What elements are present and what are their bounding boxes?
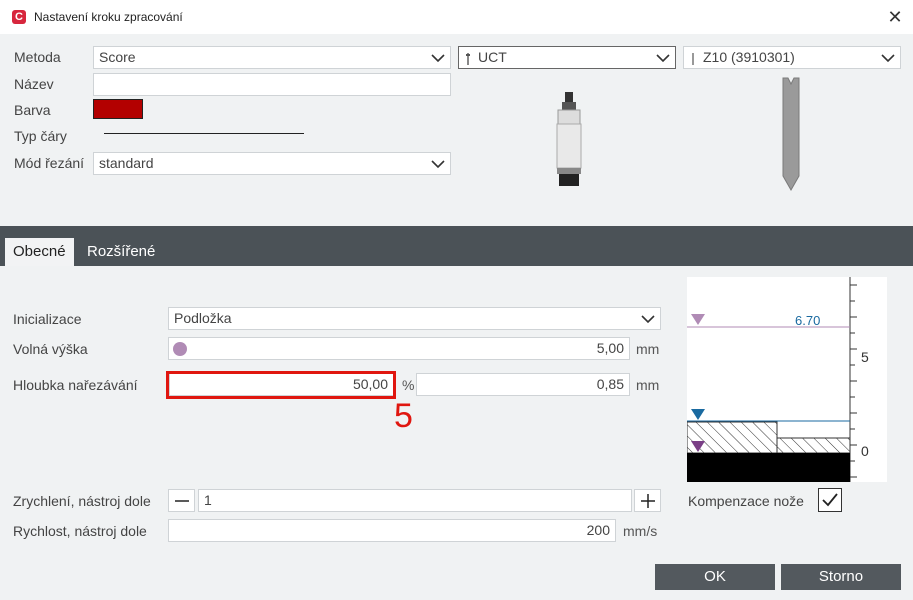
step-marker: 5 bbox=[394, 397, 413, 435]
tool-select[interactable]: UCT bbox=[458, 46, 676, 69]
method-value: Score bbox=[99, 49, 136, 65]
line-type-sample[interactable] bbox=[104, 133, 304, 134]
speed-label: Rychlost, nástroj dole bbox=[13, 523, 147, 539]
free-height-input[interactable]: 5,00 bbox=[168, 337, 630, 360]
depth-diagram: 6.70 5 0 bbox=[686, 277, 887, 482]
app-logo-icon: C bbox=[12, 10, 26, 24]
height-value-label: 6.70 bbox=[795, 313, 821, 328]
speed-input[interactable]: 200 bbox=[168, 519, 616, 542]
chevron-down-icon bbox=[881, 51, 895, 65]
depth-mm-value: 0,85 bbox=[596, 376, 624, 392]
tool-image bbox=[553, 90, 585, 190]
check-icon bbox=[822, 493, 838, 507]
method-label: Metoda bbox=[14, 49, 61, 65]
tab-general[interactable]: Obecné bbox=[5, 238, 74, 266]
method-select[interactable]: Score bbox=[93, 46, 451, 69]
line-type-label: Typ čáry bbox=[14, 128, 67, 144]
cut-mode-select[interactable]: standard bbox=[93, 152, 451, 175]
init-value: Podložka bbox=[174, 310, 232, 326]
free-height-unit: mm bbox=[636, 341, 660, 357]
accel-decrement-button[interactable] bbox=[168, 489, 195, 512]
accel-label: Zrychlení, nástroj dole bbox=[13, 493, 151, 509]
depth-highlight bbox=[166, 371, 396, 399]
speed-unit: mm/s bbox=[623, 523, 658, 539]
minus-icon bbox=[174, 499, 189, 502]
chevron-down-icon bbox=[431, 51, 445, 65]
depth-mm-input[interactable]: 0,85 bbox=[416, 373, 630, 396]
name-input[interactable] bbox=[93, 73, 451, 96]
cut-mode-value: standard bbox=[99, 155, 154, 171]
accel-value: 1 bbox=[204, 492, 212, 508]
depth-mm-unit: mm bbox=[636, 377, 660, 393]
free-height-value: 5,00 bbox=[596, 340, 624, 356]
tool-icon bbox=[464, 51, 472, 65]
blade-select[interactable]: Z10 (3910301) bbox=[683, 46, 901, 69]
window-title: Nastavení kroku zpracování bbox=[34, 10, 183, 24]
free-height-marker-icon bbox=[173, 342, 187, 356]
name-label: Název bbox=[14, 76, 54, 92]
accel-input[interactable]: 1 bbox=[198, 489, 632, 512]
free-height-label: Volná výška bbox=[13, 341, 88, 357]
cancel-button[interactable]: Storno bbox=[781, 564, 901, 590]
init-select[interactable]: Podložka bbox=[168, 307, 661, 330]
comp-checkbox[interactable] bbox=[818, 488, 842, 512]
ok-button[interactable]: OK bbox=[655, 564, 775, 590]
plus-icon bbox=[640, 493, 655, 508]
tool-value: UCT bbox=[478, 49, 507, 65]
tick-label-5: 5 bbox=[861, 349, 869, 365]
init-label: Inicializace bbox=[13, 311, 82, 327]
blade-image bbox=[780, 76, 802, 192]
color-label: Barva bbox=[14, 102, 51, 118]
cut-mode-label: Mód řezání bbox=[14, 155, 85, 171]
depth-label: Hloubka nařezávání bbox=[13, 377, 138, 393]
tab-advanced[interactable]: Rozšířené bbox=[79, 238, 163, 266]
close-icon[interactable]: ✕ bbox=[884, 6, 906, 28]
comp-label: Kompenzace nože bbox=[688, 493, 804, 509]
blade-icon bbox=[689, 51, 697, 65]
blade-value: Z10 (3910301) bbox=[703, 49, 795, 65]
chevron-down-icon bbox=[641, 312, 655, 326]
chevron-down-icon bbox=[656, 51, 670, 65]
diagram-svg bbox=[686, 277, 857, 482]
chevron-down-icon bbox=[431, 157, 445, 171]
depth-percent-unit: % bbox=[402, 377, 415, 393]
speed-value: 200 bbox=[586, 522, 610, 538]
accel-increment-button[interactable] bbox=[634, 489, 661, 512]
tick-label-0: 0 bbox=[861, 443, 869, 459]
color-swatch[interactable] bbox=[93, 99, 143, 119]
